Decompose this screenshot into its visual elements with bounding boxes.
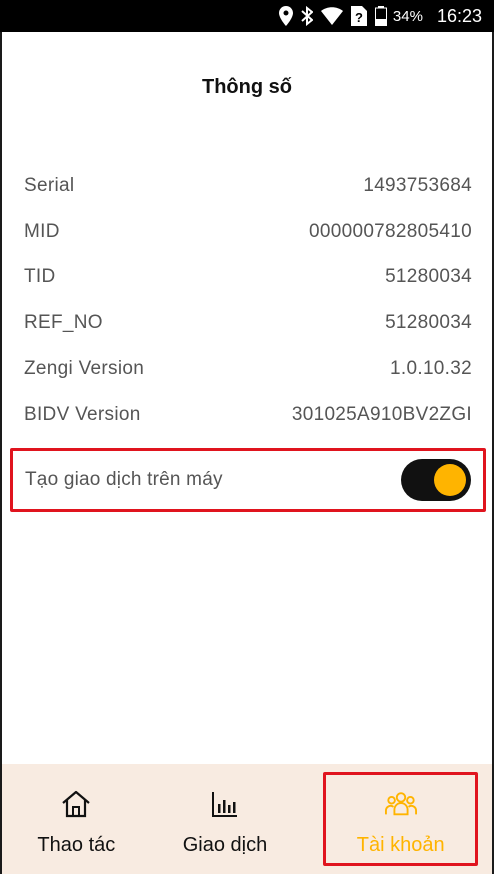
home-icon (60, 788, 92, 820)
wifi-icon (320, 7, 343, 25)
info-row-mid: MID 000000782805410 (24, 220, 472, 244)
location-icon (278, 6, 293, 26)
info-label: Serial (24, 175, 75, 196)
no-sim-icon: ? (350, 6, 367, 26)
clock: 16:23 (436, 5, 482, 26)
bluetooth-icon (301, 6, 313, 26)
nav-item-giao-dich[interactable]: Giao dịch (151, 764, 300, 874)
bottom-nav: Thao tác Giao dịch Tài khoản (2, 764, 492, 874)
nav-label: Giao dịch (182, 834, 268, 856)
page-title: Thông số (202, 76, 292, 98)
svg-text:?: ? (355, 10, 363, 25)
toggle-knob (434, 464, 466, 496)
battery-percent: 34% (392, 7, 423, 25)
nav-label: Tài khoản (356, 834, 445, 856)
info-label: REF_NO (24, 312, 103, 333)
info-row-bidv-version: BIDV Version 301025A910BV2ZGI (24, 403, 472, 427)
nav-item-thao-tac[interactable]: Thao tác (2, 764, 151, 874)
info-value: 51280034 (385, 312, 472, 333)
info-row-zengi-version: Zengi Version 1.0.10.32 (24, 357, 472, 381)
info-label: TID (24, 266, 56, 287)
chart-icon (209, 788, 241, 820)
nav-item-tai-khoan[interactable]: Tài khoản (323, 772, 479, 866)
info-label: BIDV Version (24, 404, 141, 425)
users-icon (384, 788, 417, 820)
create-transaction-toggle[interactable] (401, 459, 471, 501)
info-value: 51280034 (385, 266, 472, 287)
nav-label: Thao tác (37, 834, 116, 856)
toggle-label: Tạo giao dịch trên máy (25, 469, 223, 490)
info-value: 301025A910BV2ZGI (291, 404, 472, 425)
status-bar: ? 34% 16:23 (0, 0, 494, 32)
info-label: MID (24, 221, 60, 242)
info-value: 1.0.10.32 (390, 358, 472, 379)
info-row-ref-no: REF_NO 51280034 (24, 311, 472, 335)
info-row-serial: Serial 1493753684 (24, 174, 472, 198)
info-row-tid: TID 51280034 (24, 265, 472, 289)
battery-icon (374, 6, 387, 26)
info-value: 000000782805410 (308, 221, 472, 242)
info-label: Zengi Version (24, 358, 145, 379)
info-value: 1493753684 (363, 175, 472, 196)
create-transaction-toggle-row: Tạo giao dịch trên máy (10, 448, 486, 512)
